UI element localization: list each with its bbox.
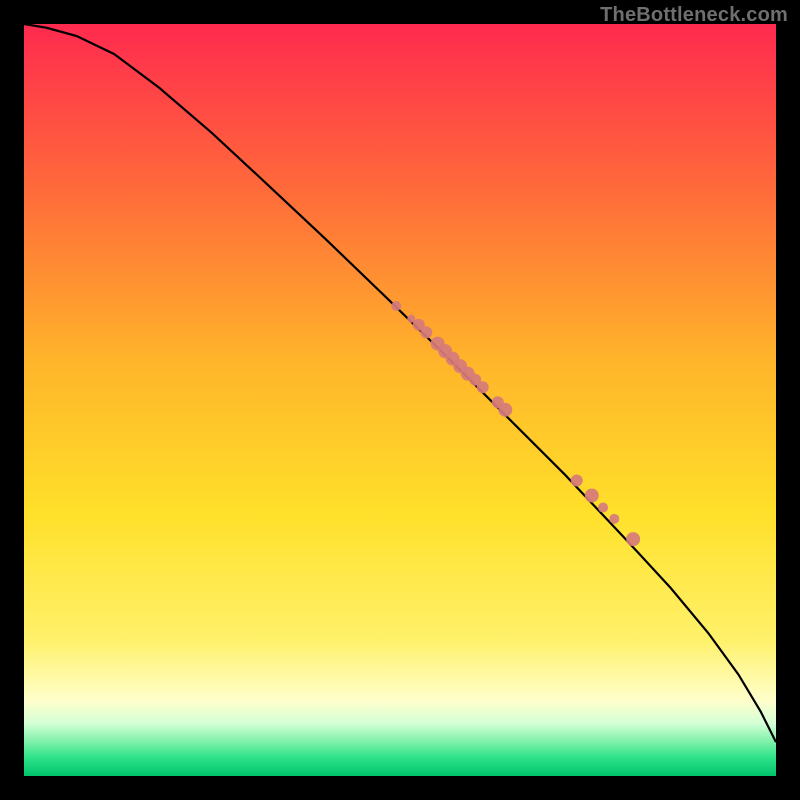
data-point bbox=[598, 503, 608, 513]
data-point bbox=[420, 326, 432, 338]
data-point bbox=[391, 301, 401, 311]
data-point bbox=[609, 514, 619, 524]
chart-container: TheBottleneck.com bbox=[0, 0, 800, 800]
data-point bbox=[571, 474, 583, 486]
data-point bbox=[626, 532, 640, 546]
plot-area bbox=[24, 24, 776, 776]
data-point bbox=[477, 381, 489, 393]
chart-svg bbox=[24, 24, 776, 776]
data-point bbox=[498, 403, 512, 417]
data-point bbox=[585, 489, 599, 503]
gradient-background bbox=[24, 24, 776, 776]
